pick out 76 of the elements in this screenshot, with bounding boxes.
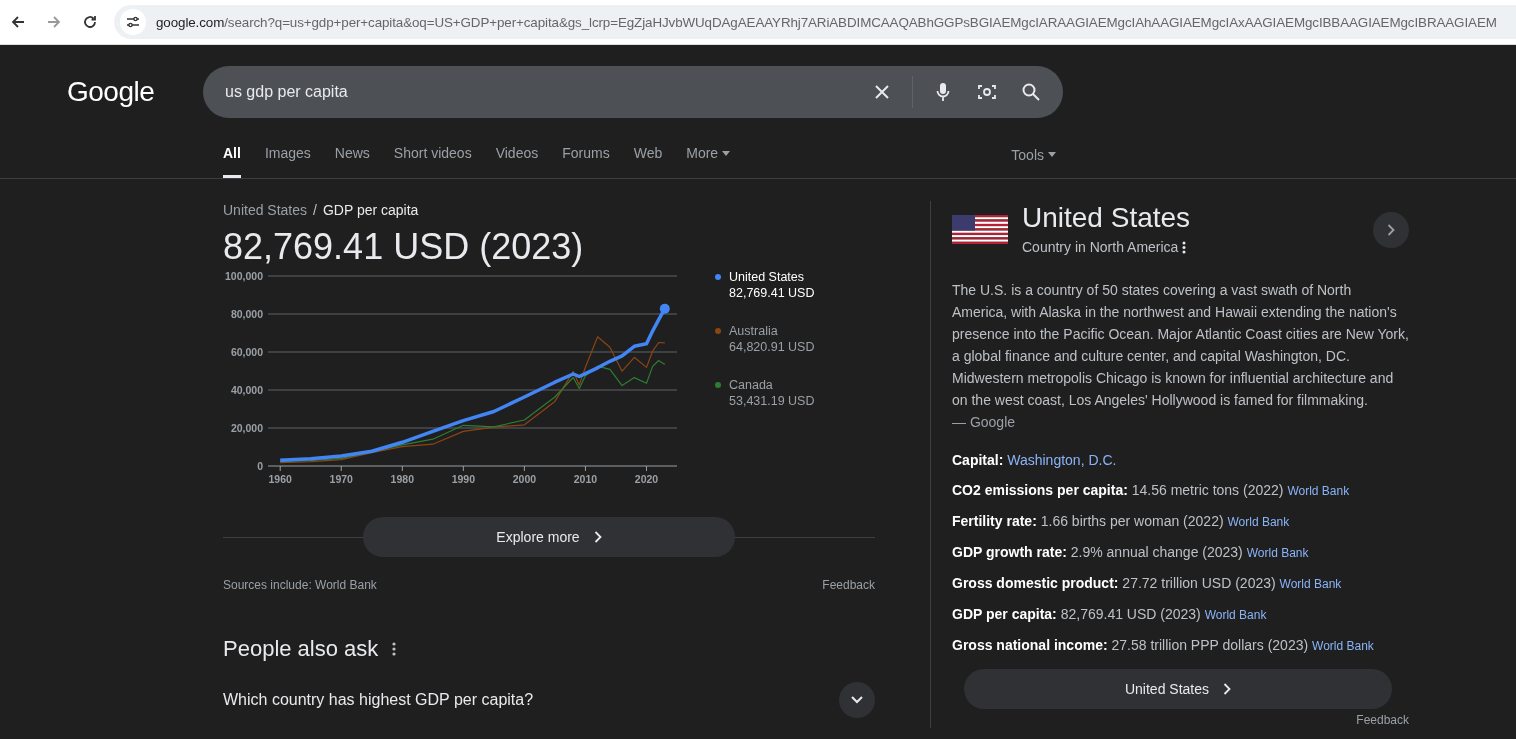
attribution-text: — Google <box>952 413 1017 432</box>
search-tab[interactable]: All <box>223 131 241 178</box>
legend-item[interactable]: Canada 53,431.19 USD <box>715 377 815 409</box>
fact-row-text: GDP growth rate: 2.9% annual change (2023) World Bank <box>952 543 1310 562</box>
search-tab[interactable]: Forums <box>562 131 610 178</box>
country-button[interactable]: United States <box>964 669 1392 709</box>
search-tab[interactable]: News <box>334 131 370 178</box>
search-field[interactable]: us gdp per capita <box>223 82 856 102</box>
x-tick-label: 2000 <box>512 473 537 485</box>
section-heading: People also ask <box>223 636 379 662</box>
search-bar[interactable]: us gdp per capita <box>203 66 1063 118</box>
fact-row-text: CO2 emissions per capita: 14.56 metric tons (2022) World Bank <box>952 481 1351 500</box>
chevron-right-icon <box>1387 224 1395 236</box>
legend-item[interactable]: United States 82,769.41 USD <box>715 269 815 301</box>
fact-row-text: Gross national income: 27.58 trillion PPP dollars (2023) World Bank <box>952 636 1375 655</box>
site-settings-button[interactable] <box>120 9 146 35</box>
x-tick-label: 1980 <box>390 473 414 485</box>
chevron-right-icon <box>1223 683 1232 695</box>
fact-row-text: Capital: Washington, D.C. <box>952 451 1118 470</box>
source-link[interactable]: World Bank <box>1227 515 1290 529</box>
y-tick-label: 100,000 <box>225 270 263 282</box>
panel-subtitle: Country in North America <box>1022 239 1179 255</box>
fact-link[interactable]: Washington, D.C. <box>1007 452 1117 468</box>
source-link[interactable]: World Bank <box>1204 608 1267 622</box>
expand-button[interactable] <box>839 682 875 718</box>
search-tab[interactable]: Videos <box>495 131 539 178</box>
search-tab[interactable]: Web <box>633 131 663 178</box>
caret-icon <box>722 150 731 156</box>
source-link[interactable]: World Bank <box>1246 546 1309 560</box>
arrow-right-icon <box>46 14 62 30</box>
search-tab[interactable]: More <box>686 131 731 178</box>
gdp-value-heading: 82,769.41 USD (2023) <box>223 225 585 269</box>
source-link[interactable]: World Bank <box>1279 577 1342 591</box>
question-text[interactable]: Which country has highest GDP per capita? <box>223 691 534 709</box>
data-point <box>659 303 670 314</box>
panel-title: United States <box>1022 201 1192 235</box>
x-tick-label: 1970 <box>329 473 353 485</box>
more-options-icon[interactable] <box>1182 240 1187 254</box>
more-options-icon[interactable] <box>392 642 397 656</box>
breadcrumb-link[interactable]: United States <box>223 202 308 218</box>
reload-icon <box>82 14 98 30</box>
search-tab[interactable]: Images <box>264 131 311 178</box>
breadcrumb-current: GDP per capita <box>322 202 419 218</box>
chevron-down-icon <box>851 696 863 704</box>
fact-row-text: Fertility rate: 1.66 births per woman (2022) World Bank <box>952 512 1291 531</box>
next-button[interactable] <box>1373 212 1409 248</box>
x-tick-label: 1990 <box>451 473 475 485</box>
tools-button[interactable]: Tools <box>1011 131 1056 178</box>
y-tick-label: 60,000 <box>230 346 263 358</box>
x-tick-label: 2020 <box>634 473 659 485</box>
y-tick-label: 80,000 <box>230 308 263 320</box>
feedback-link[interactable]: Feedback <box>822 578 875 592</box>
x-tick-label: 1960 <box>268 473 292 485</box>
source-link[interactable]: World Bank <box>1312 639 1374 653</box>
fact-row-text: GDP per capita: 82,769.41 USD (2023) World Bank <box>952 605 1268 624</box>
breadcrumb-separator: / <box>313 202 317 218</box>
y-tick-label: 40,000 <box>230 384 263 396</box>
flag-drawing <box>952 215 1008 244</box>
y-tick-label: 20,000 <box>230 422 263 434</box>
caret-icon <box>1048 152 1056 157</box>
chevron-right-icon <box>593 531 602 543</box>
sources-note: Sources include: World Bank <box>223 578 377 592</box>
fact-row-text: Gross domestic product: 27.72 trillion USD (2023) World Bank <box>952 574 1343 593</box>
explore-more-button[interactable]: Explore more <box>363 517 735 557</box>
source-link[interactable]: World Bank <box>1287 484 1350 498</box>
description-text: The U.S. is a country of 50 states covering a vast swath of North America, with Alaska in the northwest and Hawaii extending the nation's presence into the Pacific Ocean. Major Atlantic Coast cities are New York, a global finance and culture center, and capital Washington, DC. Midwestern metropolis Chicago is known for influential architecture and on the west coast, Los Angeles' Hollywood is famed for filmmaking. <box>952 281 1409 410</box>
sliders-icon <box>126 15 140 29</box>
arrow-left-icon <box>10 14 26 30</box>
address-bar[interactable]: google.com/search?q=us+gdp+per+capita&oq=US+GDP+per+capita&gs_lcrp=EgZjaHJvbWUqDAgAEAAYRhj7ARiABDIMCAAQABhGGPsBGIAEMgcIARAAGIAEMgcIAhAAGIAEMgcIAxAAGIAEMgcIBBAAGIAEMgcIBRAAGIAEM <box>114 5 1516 39</box>
legend-item[interactable]: Australia 64,820.91 USD <box>715 323 815 355</box>
search-tab[interactable]: Short videos <box>393 131 472 178</box>
x-tick-label: 2010 <box>573 473 598 485</box>
url-text: google.com/search?q=us+gdp+per+capita&oq=US+GDP+per+capita&gs_lcrp=EgZjaHJvbWUqDAgAEAAYRhj7ARiABDIMCAAQABhGGPsBGIAEMgcIARAAGIAEMgcIAhAAGIAEMgcIAxAAGIAEMgcIBBAAGIAEMgcIBRAAGIAEM <box>156 14 1497 30</box>
feedback-link[interactable]: Feedback <box>1356 713 1409 727</box>
logo[interactable]: Google <box>67 76 155 107</box>
y-tick-label: 0 <box>257 460 263 472</box>
